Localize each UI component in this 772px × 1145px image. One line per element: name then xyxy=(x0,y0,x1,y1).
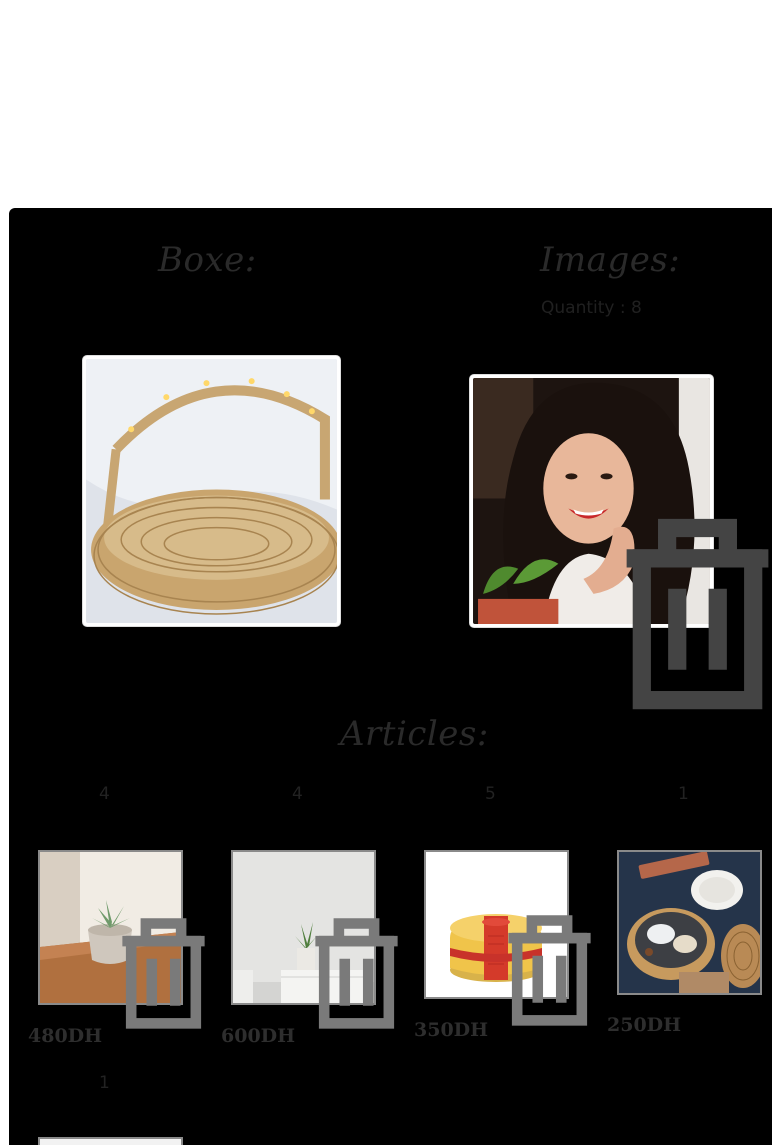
article-count: 1 xyxy=(678,784,689,804)
article-card-2[interactable] xyxy=(231,850,398,1029)
images-title: Images: xyxy=(540,240,681,280)
article-count: 5 xyxy=(485,784,496,804)
article-count: 4 xyxy=(292,784,303,804)
box-photo[interactable] xyxy=(83,356,340,626)
trash-icon[interactable] xyxy=(93,895,234,1046)
article-count: 4 xyxy=(99,784,110,804)
articles-title: Articles: xyxy=(340,714,489,754)
boxes-title: Boxe: xyxy=(158,240,257,280)
article-price: 350DH xyxy=(414,1019,489,1041)
article-count: 1 xyxy=(99,1073,110,1093)
trash-icon[interactable] xyxy=(479,895,620,1040)
images-quantity: Quantity : 8 xyxy=(541,298,642,318)
trash-icon[interactable] xyxy=(576,483,772,735)
basket-photo xyxy=(86,359,337,623)
article-card-3[interactable] xyxy=(424,850,591,1026)
article-price: 480DH xyxy=(28,1025,103,1047)
article-card-4[interactable] xyxy=(617,850,762,995)
article-photo xyxy=(40,1139,181,1145)
article-card-5[interactable] xyxy=(38,1137,183,1145)
trash-icon[interactable] xyxy=(286,895,427,1046)
basket-gift-set-photo xyxy=(619,852,760,993)
article-card-1[interactable] xyxy=(38,850,205,1029)
article-price: 250DH xyxy=(607,1014,682,1036)
article-price: 600DH xyxy=(221,1025,296,1047)
uploaded-image[interactable] xyxy=(470,375,769,710)
